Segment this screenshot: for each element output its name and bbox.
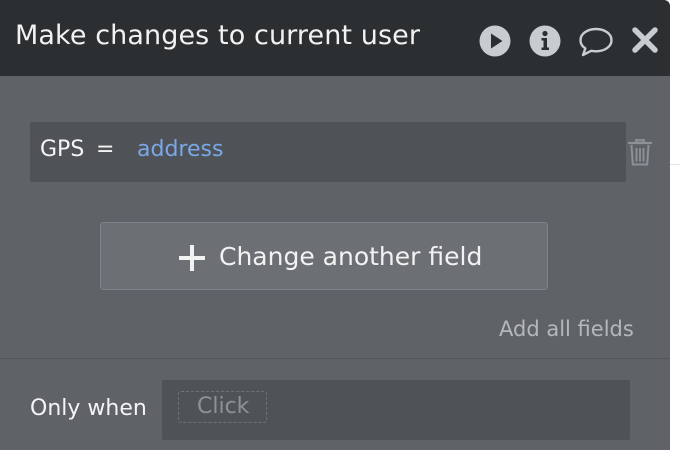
field-value-expression[interactable]: address (137, 137, 223, 162)
click-placeholder[interactable]: Click (178, 391, 268, 423)
panel-title: Make changes to current user (15, 20, 421, 51)
only-when-label: Only when (30, 396, 147, 421)
change-another-field-button[interactable]: Change another field (100, 222, 548, 290)
action-editor-panel: Make changes to current user GPS = addre… (0, 0, 670, 450)
equals-operator: = (96, 137, 115, 162)
close-icon[interactable] (630, 24, 664, 58)
info-icon[interactable] (528, 24, 562, 58)
trash-icon[interactable] (627, 137, 653, 167)
panel-header: Make changes to current user (0, 0, 670, 76)
section-divider (0, 358, 670, 359)
field-name[interactable]: GPS (40, 137, 84, 162)
condition-expression-input[interactable]: Click (162, 380, 630, 440)
plus-icon (179, 245, 205, 271)
play-icon[interactable] (478, 24, 512, 58)
add-all-fields-link[interactable]: Add all fields (499, 317, 634, 341)
field-assignment-row[interactable]: GPS = address (30, 122, 626, 182)
change-another-field-label: Change another field (219, 242, 483, 271)
comment-icon[interactable] (577, 24, 613, 58)
